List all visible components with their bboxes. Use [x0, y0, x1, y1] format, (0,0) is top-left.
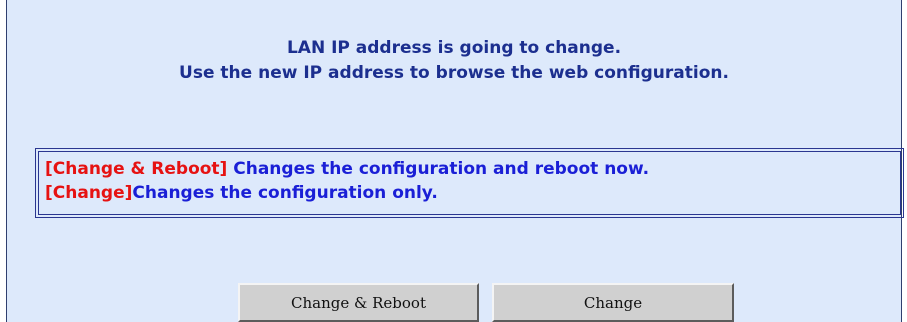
notice-item-change: [Change]Changes the configuration only. [45, 181, 894, 205]
notice-text: Changes the configuration only. [132, 183, 438, 203]
notice-tag: [Change] [45, 183, 133, 203]
change-and-reboot-button[interactable]: Change & Reboot [238, 283, 479, 322]
notice-tag: [Change & Reboot] [45, 159, 228, 179]
action-notice-inner: [Change & Reboot] Changes the configurat… [38, 151, 901, 215]
notice-item-change-reboot: [Change & Reboot] Changes the configurat… [45, 157, 894, 181]
change-button[interactable]: Change [492, 283, 734, 322]
action-notice-box: [Change & Reboot] Changes the configurat… [35, 148, 904, 218]
message-line-2: Use the new IP address to browse the web… [179, 63, 729, 83]
message-line-1: LAN IP address is going to change. [286, 38, 622, 58]
content-panel: LAN IP address is going to change. Use t… [6, 0, 904, 322]
notice-text: Changes the configuration and reboot now… [227, 159, 650, 179]
ip-change-message: LAN IP address is going to change. Use t… [7, 36, 901, 86]
